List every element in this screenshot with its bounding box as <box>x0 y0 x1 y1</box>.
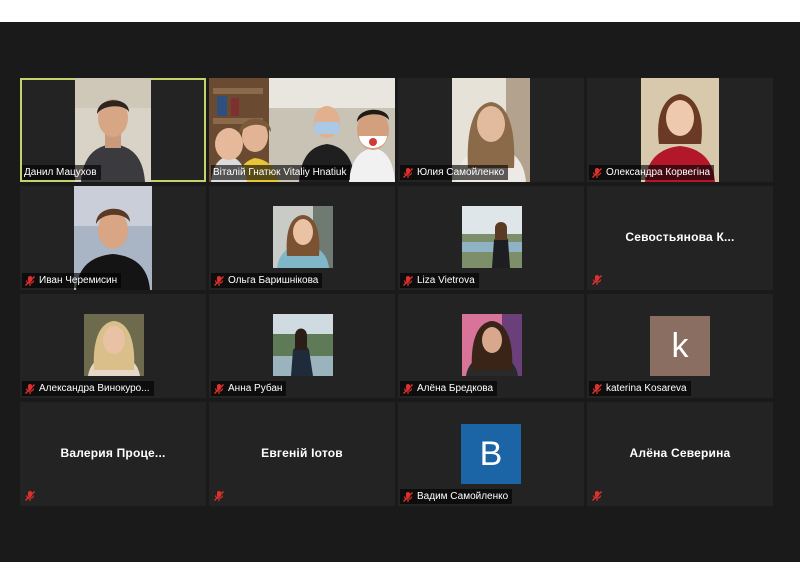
muted-mic-icon <box>24 490 36 502</box>
participant-profile-photo <box>273 314 333 376</box>
participant-tile-6[interactable]: Ольга Баришнікова <box>209 186 395 290</box>
participant-tile-8[interactable]: Севостьянова К... <box>587 186 773 290</box>
participant-tile-4[interactable]: Олександра Корвегіна <box>587 78 773 182</box>
participant-display-name: Севостьянова К... <box>625 230 735 244</box>
participant-tile-16[interactable]: Алёна Северина <box>587 402 773 506</box>
participant-tile-10[interactable]: Анна Рубан <box>209 294 395 398</box>
participant-profile-photo <box>462 206 522 268</box>
participant-tile-7[interactable]: Liza Vietrova <box>398 186 584 290</box>
muted-mic-icon <box>213 275 225 287</box>
participant-avatar: B <box>461 424 521 484</box>
participant-name-label: Олександра Корвегіна <box>589 165 715 180</box>
participant-tile-13[interactable]: Валерия Проце... <box>20 402 206 506</box>
muted-mic-icon <box>24 383 36 395</box>
muted-mic-icon <box>213 383 225 395</box>
participant-name-label: Юлия Самойленко <box>400 165 509 180</box>
participant-name-label: Алёна Бредкова <box>400 381 498 396</box>
participant-name-label: Ольга Баришнікова <box>211 273 323 288</box>
participant-profile-photo <box>273 206 333 268</box>
participant-avatar: k <box>650 316 710 376</box>
participant-display-name: Евгеній Іотов <box>261 446 343 460</box>
participant-name-label: Вадим Самойленко <box>400 489 513 504</box>
participant-name-label: katerina Kosareva <box>589 381 691 396</box>
participant-tile-5[interactable]: Иван Черемисин <box>20 186 206 290</box>
participant-tile-9[interactable]: Александра Винокуро... <box>20 294 206 398</box>
participant-tile-1[interactable]: Данил Мацухов <box>20 78 206 182</box>
muted-mic-icon <box>402 275 414 287</box>
muted-mic-icon <box>24 275 36 287</box>
participant-tile-14[interactable]: Евгеній Іотов <box>209 402 395 506</box>
participant-tile-3[interactable]: Юлия Самойленко <box>398 78 584 182</box>
muted-mic-icon <box>591 490 603 502</box>
participant-name-label: Віталій Гнатюк Vitaliy Hnatiuk <box>211 165 351 180</box>
participant-name-label: Данил Мацухов <box>22 165 101 180</box>
participant-tile-11[interactable]: Алёна Бредкова <box>398 294 584 398</box>
participant-name-label: Liza Vietrova <box>400 273 479 288</box>
participant-name-label: Иван Черемисин <box>22 273 122 288</box>
participant-profile-photo <box>462 314 522 376</box>
gallery-view: Данил Мацухов Віталій Гнатюк Vitaliy Hna… <box>0 22 800 562</box>
muted-mic-icon <box>213 490 225 502</box>
participant-profile-photo <box>84 314 144 376</box>
participant-tile-2[interactable]: Віталій Гнатюк Vitaliy Hnatiuk <box>209 78 395 182</box>
participant-name-label: Александра Винокуро... <box>22 381 154 396</box>
muted-mic-icon <box>402 167 414 179</box>
participant-tile-12[interactable]: k katerina Kosareva <box>587 294 773 398</box>
participant-name-label: Анна Рубан <box>211 381 287 396</box>
participant-tile-15[interactable]: B Вадим Самойленко <box>398 402 584 506</box>
muted-mic-icon <box>591 274 603 286</box>
muted-mic-icon <box>402 383 414 395</box>
participant-display-name: Валерия Проце... <box>60 446 166 460</box>
muted-mic-icon <box>402 491 414 503</box>
participant-display-name: Алёна Северина <box>629 446 731 460</box>
muted-mic-icon <box>591 167 603 179</box>
muted-mic-icon <box>591 383 603 395</box>
